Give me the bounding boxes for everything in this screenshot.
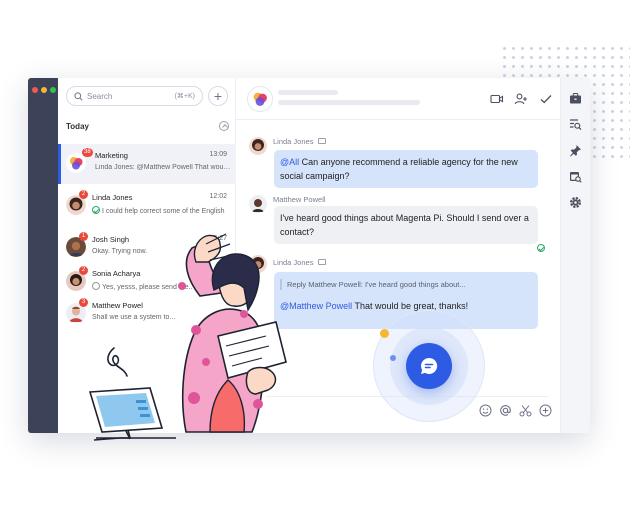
search-input[interactable]: Search (⌘+K)	[66, 86, 203, 106]
briefcase-icon[interactable]	[569, 92, 582, 105]
emoji-icon[interactable]	[479, 404, 492, 417]
pin-icon[interactable]	[569, 144, 582, 157]
avatar	[249, 195, 267, 213]
message-author-name: Linda Jones	[273, 137, 314, 146]
unread-badge: 2	[79, 190, 88, 199]
conversation-name: Matthew Powel	[92, 301, 143, 310]
unread-badge: 3	[79, 298, 88, 307]
message-author-name: Matthew Powell	[273, 195, 326, 204]
app-rail	[28, 78, 58, 433]
conversation-list-panel: Search (⌘+K) + Today 38 Marketing 13:09 …	[58, 78, 236, 433]
conversation-name: Linda Jones	[92, 193, 133, 202]
message-bubble: @All Can anyone recommend a reliable age…	[274, 150, 538, 188]
message-bubble: I've heard good things about Magenta Pi.…	[274, 206, 538, 244]
title-placeholder-bar	[278, 90, 338, 95]
note-icon	[318, 259, 327, 265]
note-icon	[318, 138, 327, 144]
message-author: Linda Jones	[273, 258, 327, 267]
minimize-window-button[interactable]	[41, 87, 47, 93]
chat-fab-button[interactable]	[406, 343, 452, 389]
mark-done-icon[interactable]	[539, 92, 553, 106]
mention[interactable]: @Matthew Powell	[280, 301, 352, 311]
unread-badge: 2	[79, 266, 88, 275]
collapse-icon[interactable]	[219, 121, 229, 131]
conversation-preview-text: I could help correct some of the English	[102, 208, 225, 215]
message-author-name: Linda Jones	[273, 258, 314, 267]
avatar	[249, 255, 267, 273]
window-controls	[32, 87, 56, 93]
sending-circle-icon	[92, 282, 100, 290]
mention-icon[interactable]	[499, 404, 512, 417]
plus-icon: +	[213, 88, 223, 104]
quoted-reply: Reply Matthew Powell: I've heard good th…	[280, 279, 532, 290]
conversation-item-linda-jones[interactable]: 2 Linda Jones 12:02 I could help correct…	[58, 186, 236, 226]
message-author: Linda Jones	[273, 137, 327, 146]
chat-bubble-icon	[421, 357, 438, 374]
mention[interactable]: @All	[280, 157, 299, 167]
message-text: Can anyone recommend a reliable agency f…	[280, 157, 518, 181]
chat-app-window: Search (⌘+K) + Today 38 Marketing 13:09 …	[28, 78, 590, 433]
search-list-icon[interactable]	[569, 118, 582, 131]
conversation-preview: Yes, yesss, please send the..	[92, 282, 228, 291]
right-toolbar	[560, 78, 590, 433]
conversation-item-marketing[interactable]: 38 Marketing 13:09 Linda Jones: @Matthew…	[58, 144, 236, 184]
conversation-time: 13:09	[209, 151, 227, 158]
message-text: I've heard good things about Magenta Pi.…	[280, 213, 529, 237]
conversation-time: 12:02	[209, 193, 227, 200]
section-title: Today	[66, 122, 89, 131]
close-window-button[interactable]	[32, 87, 38, 93]
message-text: That would be great, thanks!	[352, 301, 469, 311]
conversation-name: Marketing	[95, 151, 128, 160]
decorative-dot-blue	[390, 355, 396, 361]
group-avatar	[248, 87, 272, 111]
conversation-item-matthew-powel[interactable]: 3 Matthew Powel Shall we use a system to…	[58, 294, 236, 334]
read-check-icon	[537, 244, 545, 252]
conversation-preview: Shall we use a system to...	[92, 314, 176, 321]
conversation-name: Josh Singh	[92, 235, 130, 244]
unread-badge: 1	[79, 232, 88, 241]
decorative-dot-yellow	[380, 329, 389, 338]
new-conversation-button[interactable]: +	[208, 86, 228, 106]
conversation-time: 16:27	[209, 235, 227, 242]
search-icon	[74, 91, 83, 101]
conversation-preview: I could help correct some of the English	[92, 206, 228, 215]
search-shortcut: (⌘+K)	[174, 93, 195, 100]
settings-icon[interactable]	[569, 196, 582, 209]
chat-header	[236, 78, 560, 120]
conversation-preview: Linda Jones: @Matthew Powell That would.…	[95, 164, 231, 171]
unread-badge: 38	[82, 148, 93, 157]
add-icon[interactable]	[539, 404, 552, 417]
read-check-icon	[92, 206, 100, 214]
message-author: Matthew Powell	[273, 195, 326, 204]
add-member-icon[interactable]	[514, 92, 528, 106]
subtitle-placeholder-bar	[278, 100, 420, 105]
conversation-preview: Okay. Trying now.	[92, 248, 148, 255]
conversation-name: Sonia Acharya	[92, 269, 141, 278]
calendar-search-icon[interactable]	[569, 170, 582, 183]
conversation-preview-text: Yes, yesss, please send the..	[102, 284, 193, 291]
scissors-icon[interactable]	[519, 404, 532, 417]
maximize-window-button[interactable]	[50, 87, 56, 93]
video-call-icon[interactable]	[490, 92, 504, 106]
search-placeholder: Search	[87, 91, 113, 101]
avatar	[249, 137, 267, 155]
